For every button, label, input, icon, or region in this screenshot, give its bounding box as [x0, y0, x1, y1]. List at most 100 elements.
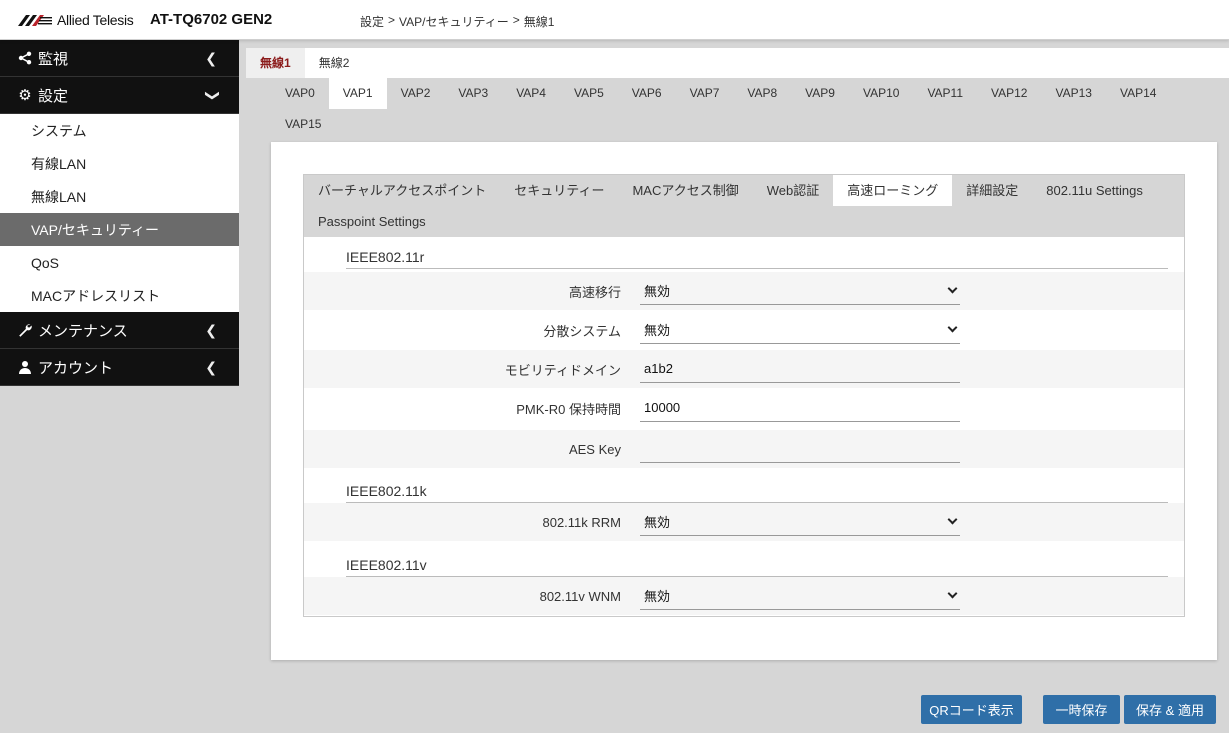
sidebar-item-wireless-lan[interactable]: 無線LAN: [0, 180, 239, 213]
sidebar-menu-account[interactable]: アカウント ❮: [0, 349, 239, 386]
radio-tab-bar: 無線1 無線2: [246, 48, 1229, 78]
row-mobility-domain: モビリティドメイン a1b2: [304, 350, 1184, 388]
save-apply-button[interactable]: 保存 & 適用: [1124, 695, 1216, 724]
tab-virtual-ap[interactable]: バーチャルアクセスポイント: [304, 175, 500, 206]
brand-logo: Allied Telesis: [18, 12, 134, 28]
breadcrumb-radio1: 無線1: [523, 15, 555, 29]
sub-tab-bar: バーチャルアクセスポイント セキュリティー MACアクセス制御 Web認証 高速ローミン…: [304, 175, 1184, 237]
tab-vap9[interactable]: VAP9: [791, 78, 849, 109]
sidebar-item-vap-security[interactable]: VAP/セキュリティー: [0, 213, 239, 246]
tab-fast-roaming[interactable]: 高速ローミング: [833, 175, 953, 206]
chevron-down-icon: [947, 586, 958, 600]
settings-panel: バーチャルアクセスポイント セキュリティー MACアクセス制御 Web認証 高速ローミン…: [271, 142, 1217, 660]
rrm-select[interactable]: 無効: [640, 508, 960, 536]
wnm-label: 802.11v WNM: [539, 588, 621, 604]
temp-save-button[interactable]: 一時保存: [1043, 695, 1120, 724]
tab-80211u-settings[interactable]: 802.11u Settings: [1032, 175, 1157, 206]
breadcrumb: 設定 > VAP/セキュリティー > 無線1: [360, 13, 554, 30]
tab-radio1[interactable]: 無線1: [246, 48, 305, 78]
tab-vap7[interactable]: VAP7: [676, 78, 734, 109]
share-icon: [16, 51, 34, 65]
mobility-domain-input[interactable]: a1b2: [640, 355, 960, 383]
tab-vap11[interactable]: VAP11: [913, 78, 977, 109]
main-content: 無線1 無線2 VAP0 VAP1 VAP2 VAP3 VAP4 VAP5 VAP6 VAP7…: [239, 40, 1229, 733]
chevron-down-icon: ❮: [202, 89, 219, 102]
tab-passpoint-settings[interactable]: Passpoint Settings: [304, 206, 440, 237]
row-11v-wnm: 802.11v WNM 無効: [304, 577, 1184, 615]
section-title-80211v: IEEE802.11v: [346, 555, 1168, 577]
tab-vap10[interactable]: VAP10: [849, 78, 913, 109]
tab-vap0[interactable]: VAP0: [271, 78, 329, 109]
row-11k-rrm: 802.11k RRM 無効: [304, 503, 1184, 541]
wnm-value: 無効: [644, 589, 671, 604]
tab-vap3[interactable]: VAP3: [444, 78, 502, 109]
tab-web-auth[interactable]: Web認証: [753, 175, 834, 206]
tab-vap8[interactable]: VAP8: [733, 78, 791, 109]
tab-vap2[interactable]: VAP2: [387, 78, 445, 109]
distributed-system-label: 分散システム: [543, 323, 621, 339]
rrm-label: 802.11k RRM: [542, 514, 621, 530]
sidebar-menu-monitor[interactable]: 監視 ❮: [0, 40, 239, 77]
logo-text: Allied Telesis: [57, 12, 134, 28]
chevron-down-icon: [947, 281, 958, 295]
sidebar-item-wired-lan[interactable]: 有線LAN: [0, 147, 239, 180]
chevron-left-icon: ❮: [205, 50, 217, 66]
row-fast-transition: 高速移行 無効: [304, 272, 1184, 310]
fast-transition-select[interactable]: 無効: [640, 277, 960, 305]
sidebar-settings-submenu: システム 有線LAN 無線LAN VAP/セキュリティー QoS MACアドレス…: [0, 114, 239, 312]
row-distributed-system: 分散システム 無効: [304, 311, 1184, 349]
section-title-80211r: IEEE802.11r: [346, 247, 1168, 269]
sidebar-menu-maintenance-label: メンテナンス: [38, 322, 128, 340]
mobility-domain-label: モビリティドメイン: [504, 362, 621, 378]
sidebar-menu-monitor-label: 監視: [38, 50, 69, 68]
sidebar-menu-maintenance[interactable]: メンテナンス ❮: [0, 312, 239, 349]
distributed-system-value: 無効: [644, 323, 671, 338]
tab-security[interactable]: セキュリティー: [500, 175, 618, 206]
section-title-80211k: IEEE802.11k: [346, 481, 1168, 503]
wnm-select[interactable]: 無効: [640, 582, 960, 610]
pmk-r0-input[interactable]: 10000: [640, 394, 960, 422]
vap-tab-bar: VAP0 VAP1 VAP2 VAP3 VAP4 VAP5 VAP6 VAP7 VAP8 VAP9…: [271, 78, 1217, 142]
chevron-down-icon: [947, 512, 958, 526]
aes-key-input[interactable]: [640, 435, 960, 463]
fast-transition-label: 高速移行: [568, 284, 621, 300]
tab-mac-access-control[interactable]: MACアクセス制御: [618, 175, 752, 206]
breadcrumb-separator: >: [512, 13, 520, 27]
distributed-system-select[interactable]: 無効: [640, 316, 960, 344]
sidebar-menu-account-label: アカウント: [38, 359, 114, 377]
tab-vap5[interactable]: VAP5: [560, 78, 618, 109]
rrm-value: 無効: [644, 515, 671, 530]
sidebar: 監視 ❮ ⚙ 設定 ❮ システム 有線LAN 無線LAN VAP/セキュリティー…: [0, 40, 239, 733]
tab-radio2[interactable]: 無線2: [305, 48, 364, 78]
sidebar-menu-settings-label: 設定: [38, 87, 69, 105]
row-aes-key: AES Key: [304, 430, 1184, 468]
sidebar-menu-settings[interactable]: ⚙ 設定 ❮: [0, 77, 239, 114]
tab-vap12[interactable]: VAP12: [977, 78, 1041, 109]
tab-vap15[interactable]: VAP15: [271, 109, 335, 140]
chevron-left-icon: ❮: [205, 359, 217, 375]
sidebar-item-mac-address-list[interactable]: MACアドレスリスト: [0, 279, 239, 312]
tab-vap14[interactable]: VAP14: [1106, 78, 1170, 109]
allied-telesis-logo-icon: [18, 15, 52, 26]
fast-transition-value: 無効: [644, 284, 671, 299]
tab-vap1[interactable]: VAP1: [328, 78, 387, 109]
tab-vap4[interactable]: VAP4: [502, 78, 560, 109]
qr-code-button[interactable]: QRコード表示: [921, 695, 1022, 724]
row-pmk-r0: PMK-R0 保持時間 10000: [304, 389, 1184, 427]
chevron-down-icon: [947, 320, 958, 334]
sidebar-item-qos[interactable]: QoS: [0, 246, 239, 279]
user-icon: [16, 360, 34, 374]
wrench-icon: [16, 323, 34, 337]
chevron-left-icon: ❮: [205, 322, 217, 338]
gear-icon: ⚙: [18, 87, 32, 104]
aes-key-label: AES Key: [568, 441, 621, 457]
breadcrumb-vap-security[interactable]: VAP/セキュリティー: [399, 13, 509, 30]
fast-roaming-form: バーチャルアクセスポイント セキュリティー MACアクセス制御 Web認証 高速ローミン…: [303, 174, 1185, 617]
breadcrumb-separator: >: [388, 13, 396, 27]
pmk-r0-label: PMK-R0 保持時間: [516, 401, 621, 417]
tab-advanced[interactable]: 詳細設定: [952, 175, 1032, 206]
breadcrumb-settings[interactable]: 設定: [360, 13, 384, 30]
sidebar-item-system[interactable]: システム: [0, 114, 239, 147]
tab-vap13[interactable]: VAP13: [1041, 78, 1105, 109]
tab-vap6[interactable]: VAP6: [618, 78, 676, 109]
